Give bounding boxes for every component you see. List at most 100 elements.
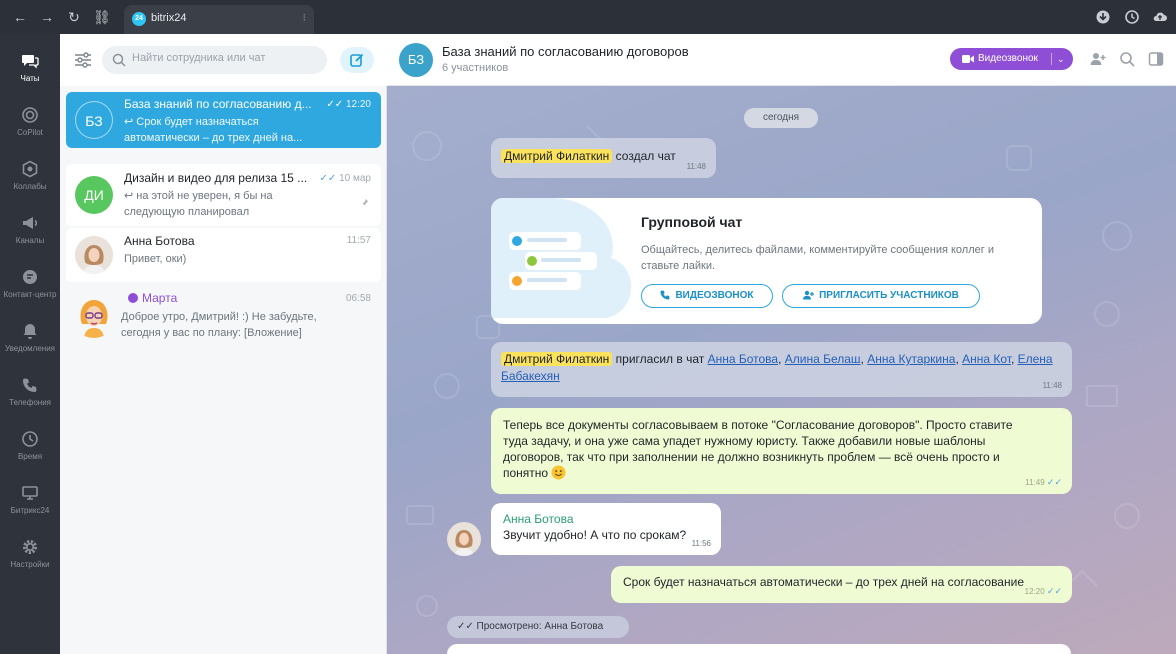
chat-list-item[interactable]: Марта 06:58 Доброе утро, Дмитрий! :) Не …: [66, 284, 381, 350]
cloud-upload-icon[interactable]: [1152, 9, 1168, 25]
incoming-message[interactable]: Анна Ботова Звучит удобно! А что по срок…: [491, 503, 721, 555]
system-message: Дмитрий Филаткин создал чат 11:48: [491, 138, 716, 178]
rail-item-channels[interactable]: Каналы: [0, 214, 60, 268]
new-chat-button[interactable]: [340, 47, 374, 73]
chat-avatar[interactable]: БЗ: [399, 43, 433, 77]
bell-icon: [23, 324, 37, 339]
chat-preview-line: ↩ на этой не уверен, я бы на: [124, 190, 273, 202]
mention-user[interactable]: Анна Кутаркина: [867, 352, 955, 366]
double-check-icon: ✓✓: [326, 99, 344, 110]
rail-item-chats[interactable]: Чаты: [0, 52, 60, 106]
bot-avatar-icon: [80, 300, 108, 338]
mention-user[interactable]: Анна Кот: [962, 352, 1011, 366]
message-time: 11:48: [686, 162, 706, 171]
browser-tab[interactable]: 24 bitrix24 ⁝: [124, 5, 314, 34]
chat-header: БЗ База знаний по согласованию договоров…: [387, 34, 1176, 86]
read-check-icon: ✓✓: [1046, 586, 1062, 596]
gear-icon: [23, 540, 37, 554]
video-camera-icon: [962, 55, 974, 63]
chat-time: 12:20: [345, 99, 371, 110]
mention-user[interactable]: Анна Ботова: [708, 352, 779, 366]
rail-item-notifications[interactable]: Уведомления: [0, 322, 60, 376]
seen-status: ✓✓ Просмотрено: Анна Ботова: [447, 616, 629, 638]
chat-window: БЗ База знаний по согласованию договоров…: [387, 34, 1176, 654]
search-input[interactable]: [132, 52, 317, 64]
bot-badge-icon: [128, 293, 138, 303]
search-icon[interactable]: [1119, 51, 1135, 67]
mention-author[interactable]: Дмитрий Филаткин: [501, 352, 613, 366]
chat-list-item[interactable]: ДИ Дизайн и видео для релиза 15 ... ✓✓ 1…: [66, 164, 381, 226]
chat-header-title[interactable]: База знаний по согласованию договоров: [442, 44, 689, 59]
download-icon[interactable]: [1095, 9, 1111, 25]
rail-item-telephony[interactable]: Телефония: [0, 376, 60, 430]
rail-label: Чаты: [20, 74, 40, 83]
rail-item-settings[interactable]: Настройки: [0, 538, 60, 592]
chat-title-text: Марта: [142, 291, 178, 305]
card-video-call-button[interactable]: ВИДЕОЗВОНОК: [641, 284, 773, 308]
message-time: 11:56: [691, 539, 711, 548]
back-icon[interactable]: ←: [12, 9, 28, 25]
seen-label: Просмотрено: Анна Ботова: [476, 621, 604, 632]
sidebar-toggle-icon[interactable]: [1148, 51, 1164, 67]
avatar: ДИ: [75, 176, 113, 214]
read-check-icon: ✓✓: [1046, 477, 1062, 487]
copilot-icon: [22, 107, 38, 123]
link-icon[interactable]: ⛓: [93, 9, 111, 25]
message-time: 11:48: [1042, 381, 1062, 390]
chat-list-item[interactable]: БЗ База знаний по согласованию д... ✓✓ 1…: [66, 92, 381, 148]
reload-icon[interactable]: ↻: [66, 9, 82, 25]
rail-label: Телефония: [9, 398, 51, 407]
tab-close-icon[interactable]: ⁝: [303, 11, 307, 24]
filter-icon[interactable]: [74, 52, 92, 68]
message-text-line: Теперь все документы согласовываем в пот…: [503, 418, 1013, 432]
mention-user[interactable]: Алина Белаш: [785, 352, 861, 366]
chevron-down-icon[interactable]: ⌄: [1057, 48, 1065, 70]
rail-label: Время: [17, 452, 43, 461]
rail-label: Битрикс24: [10, 506, 50, 515]
chat-list-toolbar: [60, 34, 387, 86]
chat-time: 11:57: [346, 235, 371, 246]
user-photo-icon: [447, 522, 481, 556]
history-icon[interactable]: [1124, 9, 1140, 25]
search-box[interactable]: [102, 46, 327, 74]
user-photo-icon: [75, 236, 113, 274]
channels-icon: [23, 217, 38, 229]
user-avatar[interactable]: [447, 522, 481, 556]
chat-preview-line: сегодня у вас по плану: [Вложение]: [121, 327, 302, 339]
rail-label: Настройки: [10, 560, 50, 569]
rail-item-time[interactable]: Время: [0, 430, 60, 484]
rail-item-bitrix24[interactable]: Битрикс24: [0, 484, 60, 538]
chat-list-item[interactable]: Анна Ботова 11:57 Привет, оки): [66, 228, 381, 282]
rail-item-collabs[interactable]: Коллабы: [0, 160, 60, 214]
group-chat-card-description: Общайтесь, делитесь файлами, комментируй…: [641, 244, 994, 272]
message-time: 11:49: [1025, 478, 1045, 487]
pin-icon: [360, 198, 369, 207]
chat-time: 06:58: [345, 293, 371, 304]
group-chat-card: Групповой чат Общайтесь, делитесь файлам…: [491, 198, 1042, 324]
own-message[interactable]: Срок будет назначаться автоматически – д…: [611, 566, 1072, 603]
message-text: Срок будет назначаться автоматически – д…: [623, 575, 1024, 589]
forward-icon[interactable]: →: [39, 9, 55, 25]
collabs-icon: [22, 160, 38, 178]
system-message-text: пригласил в чат: [615, 352, 705, 366]
message-author[interactable]: Анна Ботова: [503, 511, 574, 527]
date-divider: сегодня: [744, 108, 818, 128]
chat-title: Анна Ботова: [124, 234, 195, 248]
group-chat-card-title: Групповой чат: [641, 214, 743, 230]
rail-label: Коллабы: [13, 182, 47, 191]
chat-preview-line: следующую планировал: [124, 206, 250, 218]
avatar: БЗ: [75, 101, 113, 139]
video-call-button[interactable]: Видеозвонок ⌄: [950, 48, 1073, 70]
message-composer[interactable]: [447, 644, 1071, 654]
rail-item-copilot[interactable]: CoPilot: [0, 106, 60, 160]
own-message[interactable]: Теперь все документы согласовываем в пот…: [491, 408, 1072, 494]
invite-participants-button[interactable]: ПРИГЛАСИТЬ УЧАСТНИКОВ: [782, 284, 980, 308]
chat-participants-count[interactable]: 6 участников: [442, 62, 508, 74]
mention-author[interactable]: Дмитрий Филаткин: [501, 149, 613, 163]
rail-item-contact-center[interactable]: Контакт-центр: [0, 268, 60, 322]
read-check-icon: ✓✓: [457, 621, 474, 632]
browser-toolbar: ← → ↻ ⛓ 24 bitrix24 ⁝: [0, 0, 1176, 34]
chat-title: База знаний по согласованию д...: [124, 97, 312, 111]
add-user-icon[interactable]: [1090, 51, 1106, 67]
chat-preview-line: Привет, оки): [124, 253, 187, 265]
